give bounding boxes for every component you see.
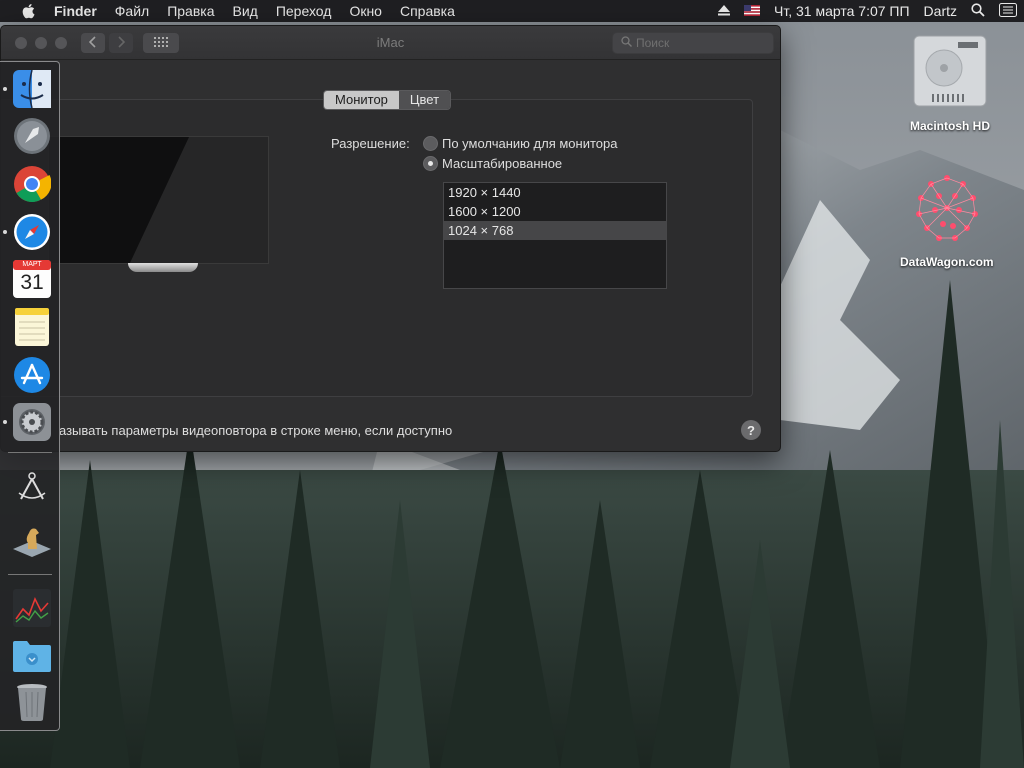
menu-help[interactable]: Справка: [391, 3, 464, 19]
user-name[interactable]: Dartz: [924, 3, 957, 19]
display-stand: [128, 263, 198, 272]
eject-icon[interactable]: [718, 3, 731, 19]
resolution-item[interactable]: 1600 × 1200: [444, 202, 666, 221]
dock-safari-icon[interactable]: [12, 212, 52, 252]
menu-go[interactable]: Переход: [267, 3, 341, 19]
menu-file[interactable]: Файл: [106, 3, 158, 19]
desktop-icon-label: Macintosh HD: [910, 119, 991, 133]
search-icon[interactable]: [971, 2, 985, 20]
dock-separator: [8, 574, 52, 575]
radio-scaled-label: Масштабированное: [442, 156, 563, 171]
radio-scaled-resolution[interactable]: Масштабированное: [423, 156, 562, 171]
running-indicator: [3, 420, 7, 424]
desktop-datawagon[interactable]: DataWagon.com: [900, 170, 994, 269]
menu-finder[interactable]: Finder: [40, 3, 106, 19]
radio-checked[interactable]: [423, 156, 438, 171]
radio-unchecked[interactable]: [423, 136, 438, 151]
desktop-macintosh-hd[interactable]: Macintosh HD: [910, 30, 990, 133]
calendar-month: МАРТ: [22, 261, 42, 268]
menu-view[interactable]: Вид: [224, 3, 267, 19]
dock-app-store-icon[interactable]: [12, 355, 52, 395]
displays-preferences-window: iMac Поиск Монитор Цвет Разрешение: По у…: [0, 25, 781, 452]
search-input[interactable]: Поиск: [612, 32, 774, 54]
list-icon[interactable]: [999, 2, 1017, 20]
dock-system-preferences-icon[interactable]: [12, 402, 52, 442]
dock-chess-icon[interactable]: [12, 518, 52, 558]
running-indicator: [3, 230, 7, 234]
mirroring-option-label[interactable]: азывать параметры видеоповтора в строке …: [59, 423, 452, 438]
us-flag-icon[interactable]: [744, 3, 761, 19]
dock-chrome-icon[interactable]: [12, 164, 52, 204]
tab-bar: Монитор Цвет: [323, 90, 452, 110]
search-icon: [621, 36, 632, 50]
apple-icon[interactable]: [18, 3, 40, 19]
dock-trash-icon[interactable]: [12, 682, 52, 722]
resolution-label: Разрешение:: [331, 136, 410, 151]
menu-bar: Finder Файл Правка Вид Переход Окно Спра…: [0, 0, 1024, 22]
hard-drive-icon: [912, 30, 988, 115]
calendar-day: 31: [20, 271, 44, 294]
tab-color[interactable]: Цвет: [398, 91, 451, 109]
resolution-item-selected[interactable]: 1024 × 768: [444, 221, 666, 240]
dock-calendar-icon[interactable]: МАРТ 31: [12, 259, 52, 299]
dock-utility-icon[interactable]: [12, 468, 52, 508]
menu-edit[interactable]: Правка: [158, 3, 223, 19]
menu-clock[interactable]: Чт, 31 марта 7:07 ПП: [774, 3, 910, 19]
window-titlebar[interactable]: iMac Поиск: [1, 26, 780, 60]
search-placeholder: Поиск: [636, 36, 670, 50]
menu-window[interactable]: Окно: [340, 3, 391, 19]
datawagon-logo-icon: [909, 170, 985, 251]
dock-notes-icon[interactable]: [12, 307, 52, 347]
resolution-list[interactable]: 1920 × 1440 1600 × 1200 1024 × 768: [443, 182, 667, 289]
dock-launchpad-icon[interactable]: [12, 116, 52, 156]
dock-finder-icon[interactable]: [12, 69, 52, 109]
display-preview: [48, 136, 269, 264]
dock: МАРТ 31: [0, 61, 60, 731]
running-indicator: [3, 87, 7, 91]
radio-default-label: По умолчанию для монитора: [442, 136, 618, 151]
desktop-icon-label: DataWagon.com: [900, 255, 994, 269]
dock-downloads-folder-icon[interactable]: [12, 636, 52, 676]
radio-default-resolution[interactable]: По умолчанию для монитора: [423, 136, 617, 151]
tab-monitor[interactable]: Монитор: [324, 91, 399, 109]
dock-separator: [8, 452, 52, 453]
dock-activity-monitor-icon[interactable]: [12, 588, 52, 628]
resolution-item[interactable]: 1920 × 1440: [444, 183, 666, 202]
menu-bar-extras: Чт, 31 марта 7:07 ПП Dartz: [711, 0, 1024, 22]
help-button[interactable]: ?: [741, 420, 761, 440]
